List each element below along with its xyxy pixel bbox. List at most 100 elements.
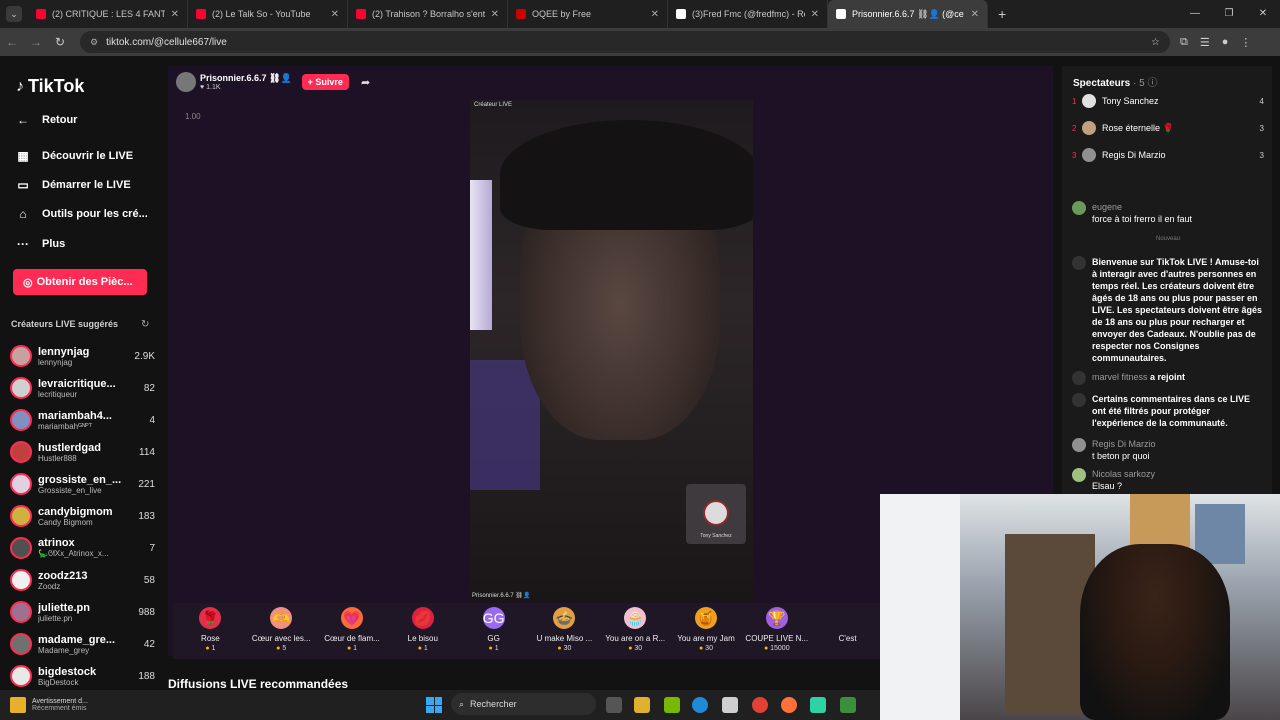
chat-username[interactable]: Nicolas sarkozy: [1092, 468, 1155, 480]
creator-handle: juliette.pn: [38, 613, 73, 623]
task-view-icon[interactable]: [606, 697, 622, 713]
creator-handle: lennynjag: [38, 357, 73, 367]
suggested-creator[interactable]: atrinox 🦕ᘛXx_Atrinox_x... 7: [10, 533, 155, 563]
chat-username[interactable]: eugene: [1092, 201, 1192, 213]
webcam-overlay: [880, 494, 1280, 720]
tiktok-logo[interactable]: ♪ TikTok: [16, 76, 84, 97]
suggested-creator[interactable]: madame_gre... Madame_grey 42: [10, 629, 155, 659]
browser-tab[interactable]: Prisonnier.6.6.7 ⛓👤 (@ce ✕: [828, 0, 988, 28]
browser-menu-icon[interactable]: ⋮: [1240, 36, 1251, 49]
app-icon[interactable]: [810, 697, 826, 713]
gift-item[interactable]: 🧁 You are on a R... ● 30: [600, 603, 671, 659]
host-avatar[interactable]: [176, 72, 196, 92]
close-icon[interactable]: ✕: [1246, 0, 1280, 28]
nav-creator-tools[interactable]: ⌂ Outils pour les cré...: [16, 207, 147, 221]
get-coins-button[interactable]: ◎ Obtenir des Pièc...: [13, 269, 147, 295]
site-info-icon[interactable]: ⚙: [90, 37, 98, 48]
chat-text: a rejoint: [1150, 372, 1186, 382]
spectator-score: 4: [1259, 96, 1264, 106]
gift-item[interactable]: 🌹 Rose ● 1: [175, 603, 246, 659]
gift-item[interactable]: 🫶 Cœur avec les... ● 5: [246, 603, 317, 659]
notification-item[interactable]: Avertissement d... Récemment émis: [10, 697, 88, 713]
suggested-creator[interactable]: levraicritique... lecritiqueur 82: [10, 373, 155, 403]
chat-avatar: [1072, 256, 1086, 270]
back-label: Retour: [42, 114, 78, 126]
suggested-creator[interactable]: zoodz213 Zoodz 58: [10, 565, 155, 595]
taskbar-search[interactable]: ⌕ Rechercher: [451, 693, 596, 715]
video-backdrop: [470, 360, 540, 490]
browser-tab[interactable]: (2) CRITIQUE : LES 4 FANTASTIQU ✕: [28, 0, 188, 28]
back-icon[interactable]: ←: [0, 35, 24, 49]
spectator-rank: 3: [1072, 150, 1077, 160]
gift-item[interactable]: GG GG ● 1: [458, 603, 529, 659]
tab-search-icon[interactable]: ⌄: [6, 6, 22, 22]
gift-item[interactable]: 🍲 U make Miso ... ● 30: [529, 603, 600, 659]
spectator-row[interactable]: 3 Regis Di Marzio 3: [1072, 148, 1264, 162]
host-name[interactable]: Prisonnier.6.6.7 ⛓👤: [200, 73, 292, 84]
windows-start-icon[interactable]: [426, 697, 442, 713]
gift-item[interactable]: 💋 Le bisou ● 1: [387, 603, 458, 659]
browser-tab[interactable]: (3)Fred Fmc (@fredfmc) - Rega ✕: [668, 0, 828, 28]
gift-item[interactable]: 🍯 You are my Jam ● 30: [671, 603, 742, 659]
suggested-creator[interactable]: lennynjag lennynjag 2.9K: [10, 341, 155, 371]
browser-tab[interactable]: (2) Trahison ? Borralho s'entraîn ✕: [348, 0, 508, 28]
edge-icon[interactable]: [692, 697, 708, 713]
new-tab-button[interactable]: +: [998, 6, 1006, 22]
gift-price-value: 15000: [770, 645, 790, 652]
file-explorer-icon[interactable]: [634, 697, 650, 713]
browser-tab[interactable]: OQEE by Free ✕: [508, 0, 668, 28]
suggested-creator[interactable]: candybigmom Candy Bigmom 183: [10, 501, 155, 531]
chat-username[interactable]: Regis Di Marzio: [1092, 438, 1156, 450]
bookmark-star-icon[interactable]: ☆: [1151, 37, 1160, 48]
suggested-creator[interactable]: hustlerdgad Hustler888 114: [10, 437, 155, 467]
spectator-row[interactable]: 2 Rose éternelle 🌹 3: [1072, 121, 1264, 135]
spectator-score: 3: [1259, 150, 1264, 160]
nav-discover-live[interactable]: ▦ Découvrir le LIVE: [16, 149, 133, 163]
tab-close-icon[interactable]: ✕: [811, 9, 819, 20]
chrome-icon[interactable]: [752, 697, 768, 713]
restore-icon[interactable]: ❐: [1212, 0, 1246, 28]
tab-close-icon[interactable]: ✕: [491, 9, 499, 20]
nav-start-live[interactable]: ▭ Démarrer le LIVE: [16, 178, 130, 192]
suggested-creator[interactable]: juliette.pn juliette.pn 988: [10, 597, 155, 627]
chat-username[interactable]: marvel fitness: [1092, 372, 1148, 382]
reload-icon[interactable]: ↻: [48, 35, 72, 49]
minimize-icon[interactable]: —: [1178, 0, 1212, 28]
search-label: Rechercher: [470, 699, 517, 709]
suggested-creator[interactable]: grossiste_en_... Grossiste_en_live 221: [10, 469, 155, 499]
gift-item[interactable]: C'est: [812, 603, 883, 659]
forward-icon[interactable]: →: [24, 35, 48, 49]
help-icon[interactable]: ⓘ: [1147, 78, 1157, 89]
chat-text: Bienvenue sur TikTok LIVE ! Amuse-toi à …: [1092, 257, 1263, 363]
back-link[interactable]: ← Retour: [16, 113, 77, 127]
tab-close-icon[interactable]: ✕: [651, 9, 659, 20]
tab-close-icon[interactable]: ✕: [971, 9, 979, 20]
firefox-icon[interactable]: [781, 697, 797, 713]
tab-close-icon[interactable]: ✕: [171, 9, 179, 20]
gift-price: ● 15000: [763, 645, 790, 652]
share-icon[interactable]: ➦: [361, 76, 370, 89]
creator-name: candybigmom: [38, 505, 113, 518]
url-field[interactable]: ⚙ tiktok.com/@cellule667/live ☆: [80, 31, 1170, 53]
profile-icon[interactable]: ●: [1222, 36, 1229, 49]
extensions-icon[interactable]: ⧉: [1180, 36, 1188, 49]
follow-button[interactable]: + Suivre: [301, 74, 349, 90]
store-icon[interactable]: [722, 697, 738, 713]
browser-tab[interactable]: (2) Le Talk So - YouTube ✕: [188, 0, 348, 28]
chat-message: Regis Di Marzio t beton pr quoi: [1072, 438, 1264, 462]
spectator-row[interactable]: 1 Tony Sanchez 4: [1072, 94, 1264, 108]
nav-more[interactable]: ··· Plus: [16, 237, 65, 251]
reading-list-icon[interactable]: ☰: [1200, 36, 1210, 49]
tab-favicon-icon: [196, 9, 206, 19]
tab-close-icon[interactable]: ✕: [331, 9, 339, 20]
nvidia-icon[interactable]: [664, 697, 680, 713]
gift-item[interactable]: 💗 Cœur de flam... ● 1: [317, 603, 388, 659]
guest-tile[interactable]: Tony Sanchez: [686, 484, 746, 544]
spectator-avatar: [1082, 121, 1096, 135]
suggested-creator[interactable]: bigdestock BigDestock 188: [10, 661, 155, 691]
suggested-creator[interactable]: mariambah4... mariambahᴳᴺᴾᵀ 4: [10, 405, 155, 435]
gift-item[interactable]: 🏆 COUPE LIVE N... ● 15000: [741, 603, 812, 659]
creator-handle: Grossiste_en_live: [38, 485, 102, 495]
refresh-icon[interactable]: ↻: [141, 319, 149, 330]
app-icon-2[interactable]: [840, 697, 856, 713]
